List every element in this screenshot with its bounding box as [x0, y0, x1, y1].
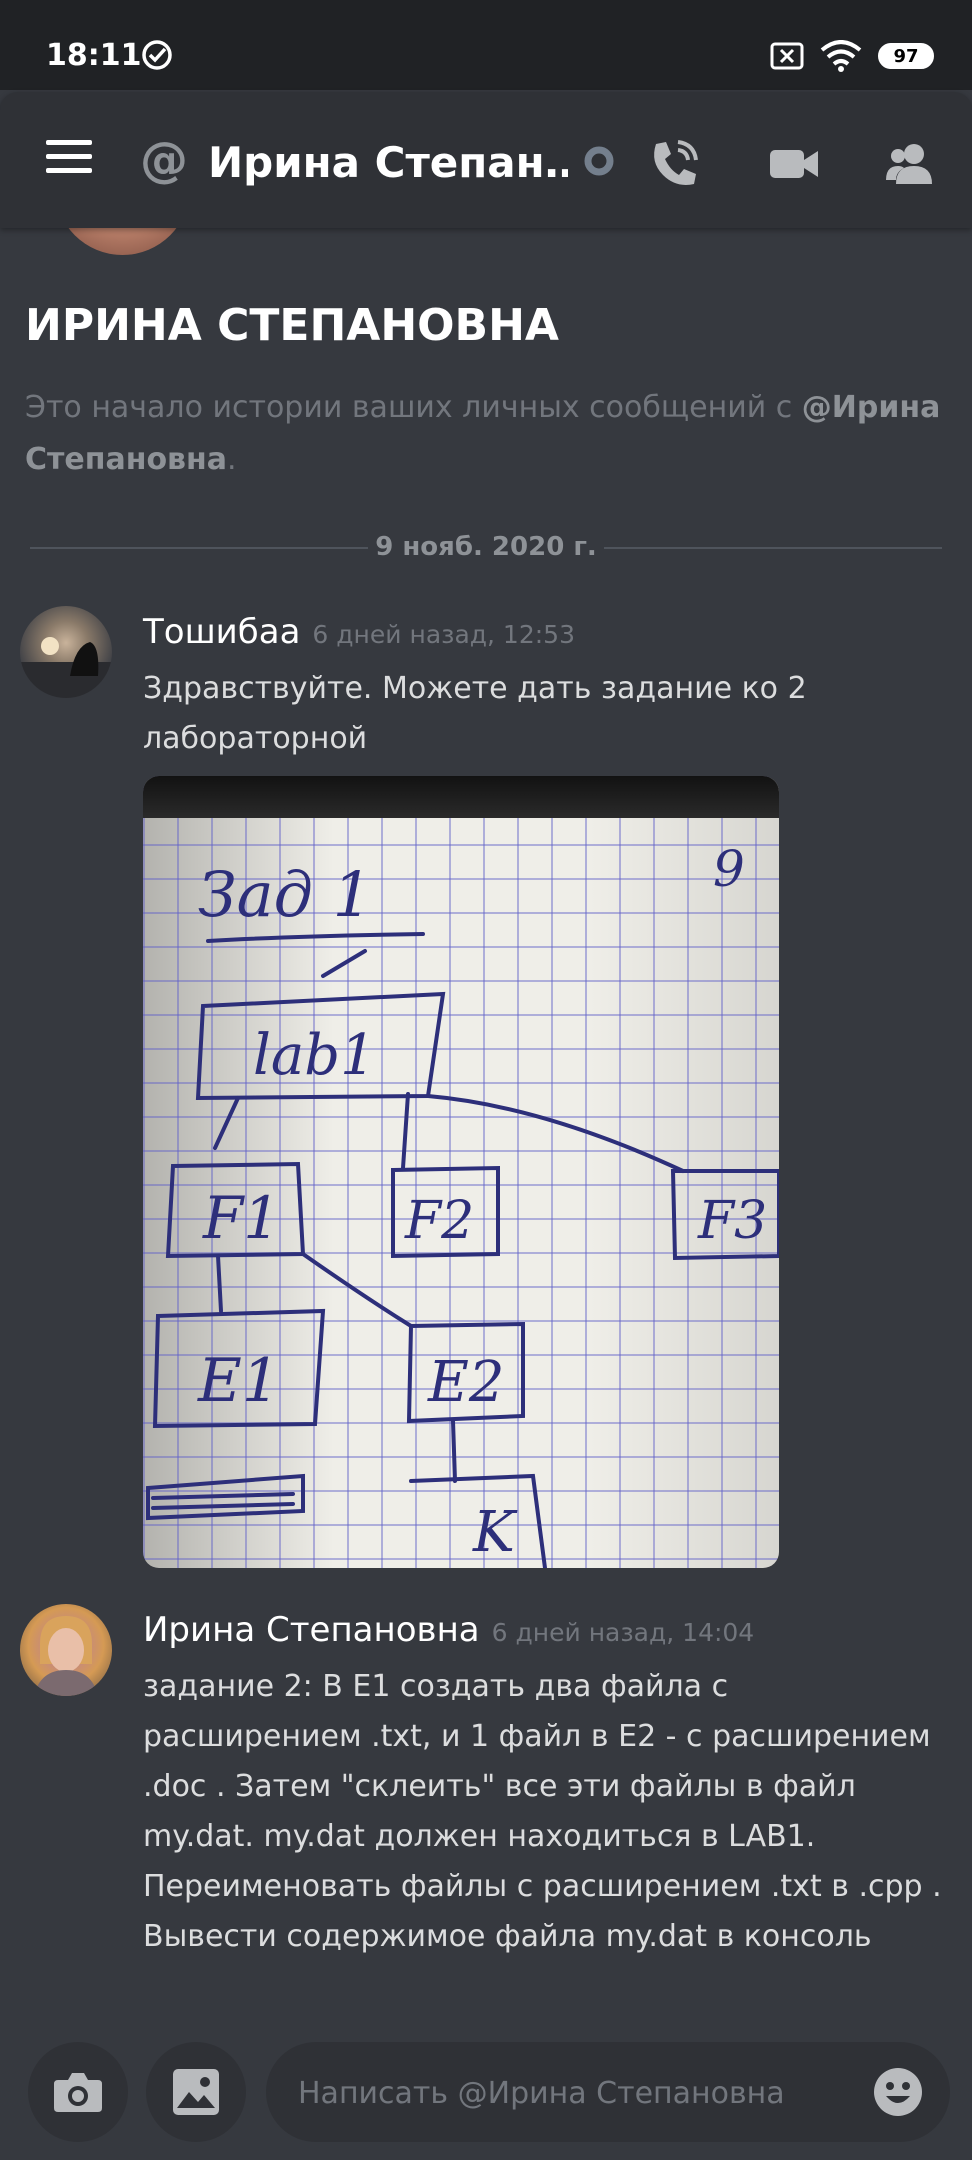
- video-call-icon[interactable]: [766, 136, 822, 192]
- author-avatar[interactable]: [20, 1604, 112, 1696]
- intro-subtitle-end: .: [227, 442, 237, 477]
- gallery-button[interactable]: [146, 2042, 246, 2142]
- members-icon[interactable]: [884, 136, 940, 192]
- message-author[interactable]: Тошибаа 6 дней назад, 12:53: [143, 612, 575, 652]
- message-text: задание 2: В E1 создать два файла с расш…: [143, 1669, 942, 1954]
- battery-indicator: 97: [878, 43, 934, 69]
- menu-icon[interactable]: [46, 140, 92, 174]
- node-f2: F2: [404, 1191, 474, 1251]
- image-icon: [173, 2069, 219, 2115]
- emoji-icon[interactable]: [872, 2066, 924, 2118]
- channel-header: @ Ирина Степан…: [0, 92, 972, 228]
- message-image-attachment[interactable]: Зад 1 9 lab1 F1 F2 F3 E1 E2 K: [143, 776, 779, 1568]
- author-name[interactable]: Ирина Степановна: [143, 1610, 480, 1650]
- node-e2: E2: [427, 1350, 505, 1415]
- status-time: 18:11: [46, 38, 142, 73]
- message-timestamp: 6 дней назад, 14:04: [491, 1618, 755, 1647]
- author-avatar[interactable]: [20, 606, 112, 698]
- date-divider: 9 нояб. 2020 г.: [30, 528, 942, 568]
- camera-icon: [54, 2073, 102, 2112]
- intro-subtitle-text: Это начало истории ваших личных сообщени…: [25, 390, 802, 425]
- node-f1: F1: [202, 1184, 280, 1252]
- diagram-corner-number: 9: [713, 840, 745, 898]
- dm-intro-subtitle: Это начало истории ваших личных сообщени…: [25, 382, 945, 486]
- author-name[interactable]: Тошибаа: [143, 612, 300, 652]
- offline-status-icon: [584, 146, 614, 176]
- sunset-photo-icon: [20, 637, 112, 698]
- message-author[interactable]: Ирина Степановна 6 дней назад, 14:04: [143, 1610, 754, 1650]
- node-f3: F3: [697, 1191, 767, 1251]
- no-sim-icon: [770, 42, 804, 70]
- node-lab1: lab1: [253, 1023, 376, 1088]
- divider-date: 9 нояб. 2020 г.: [375, 532, 597, 562]
- camera-button[interactable]: [28, 2042, 128, 2142]
- composer: [0, 2026, 972, 2160]
- dm-intro-title: ИРИНА СТЕПАНОВНА: [25, 300, 559, 351]
- diagram-heading: Зад 1: [198, 858, 372, 931]
- node-e1: E1: [197, 1346, 280, 1416]
- dm-title[interactable]: Ирина Степан…: [208, 138, 568, 187]
- node-k: K: [472, 1500, 518, 1565]
- portrait-photo-icon: [34, 1616, 98, 1696]
- call-icon[interactable]: [646, 136, 702, 192]
- message-timestamp: 6 дней назад, 12:53: [312, 620, 575, 649]
- message-input[interactable]: [296, 2066, 840, 2120]
- sync-check-icon: [142, 40, 172, 70]
- wifi-icon: [820, 40, 862, 72]
- status-bar: 18:11 97: [0, 0, 972, 90]
- message-text: Здравствуйте. Можете дать задание ко 2 л…: [143, 671, 807, 756]
- handwritten-diagram: Зад 1 9 lab1 F1 F2 F3 E1 E2 K: [146, 840, 779, 1568]
- at-icon: @: [140, 132, 188, 188]
- message-input-container[interactable]: [266, 2042, 950, 2142]
